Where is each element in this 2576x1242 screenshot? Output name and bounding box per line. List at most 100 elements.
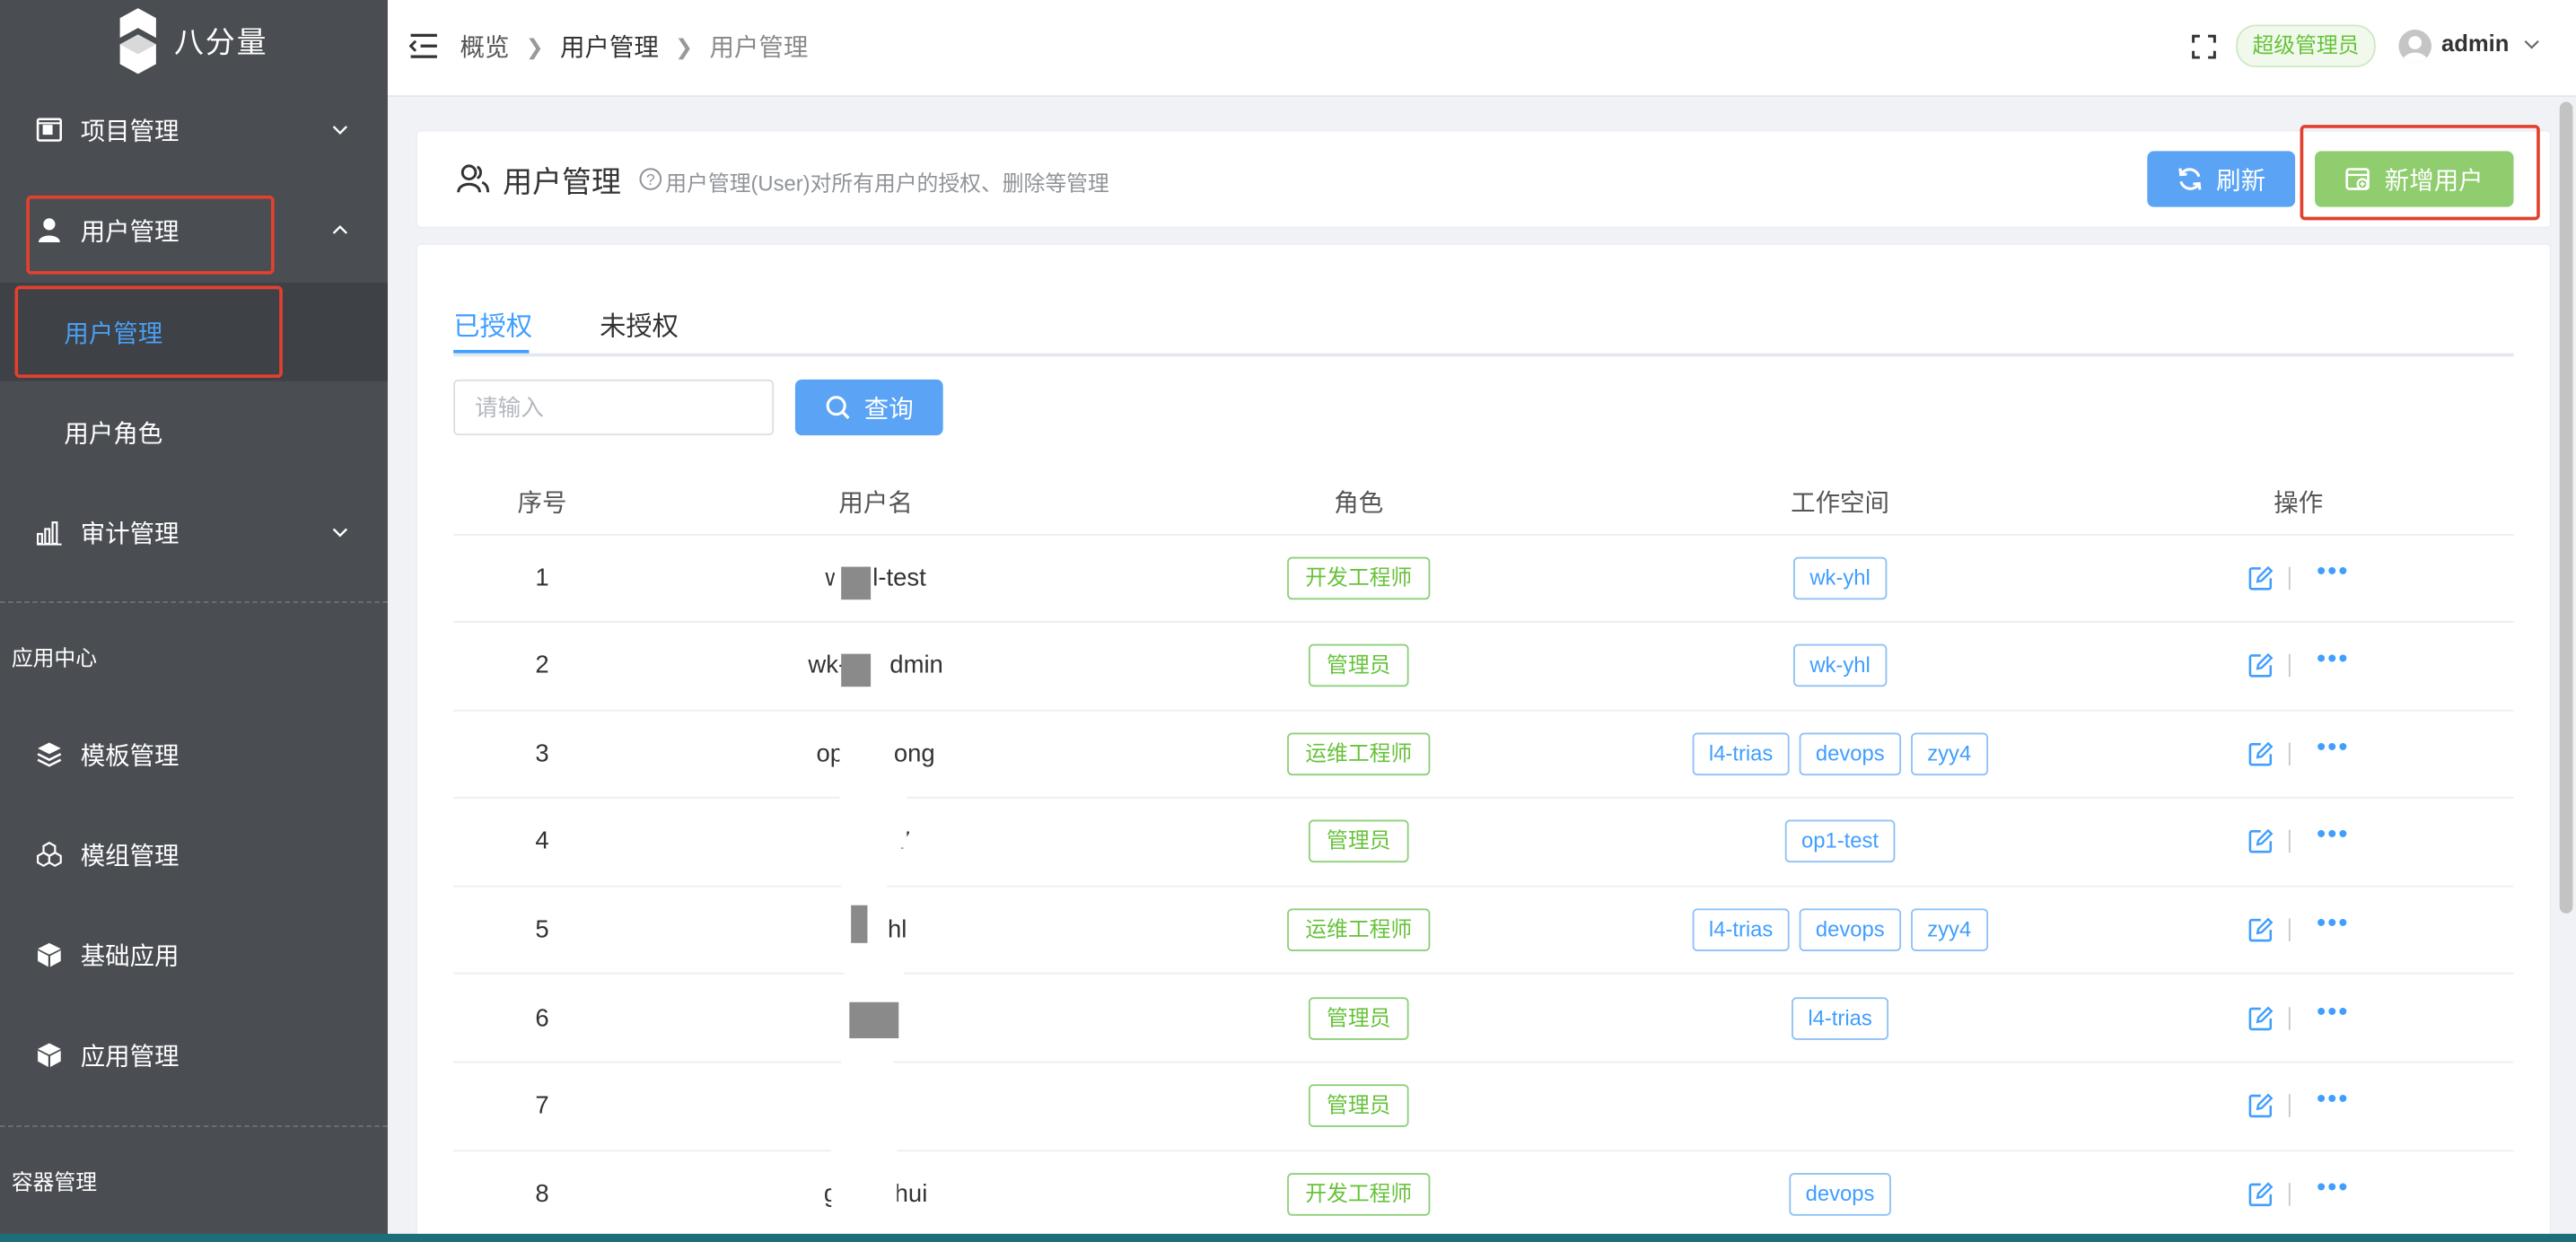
table-row[interactable]: 4yh7管理员op1-test•••: [453, 798, 2514, 888]
sidebar-group-label[interactable]: 容器管理: [12, 1165, 97, 1196]
sidebar-subitem-user-management[interactable]: 用户管理: [0, 282, 388, 381]
cube-icon: [36, 941, 62, 967]
edit-icon[interactable]: [2247, 1181, 2274, 1207]
redaction-mask: [849, 1001, 899, 1039]
more-actions-icon[interactable]: •••: [2317, 735, 2349, 761]
avatar[interactable]: [2398, 29, 2431, 63]
row-index: 2: [535, 652, 549, 680]
breadcrumb-item[interactable]: 用户管理: [560, 30, 659, 64]
cube-icon: [36, 1042, 62, 1068]
table-row[interactable]: 7 管理员 •••: [453, 1063, 2514, 1151]
role-tag: 管理员: [1308, 643, 1409, 687]
edit-icon[interactable]: [2247, 652, 2274, 678]
action-separator: [2288, 741, 2291, 765]
sidebar-item-base-apps[interactable]: 基础应用: [0, 922, 388, 987]
row-index: 3: [535, 739, 549, 768]
tabs: 已授权 未授权: [453, 304, 2514, 357]
add-user-button[interactable]: 新增用户: [2315, 151, 2514, 207]
breadcrumb-separator-icon: ❯: [675, 33, 694, 58]
sidebar-item-label: 应用管理: [80, 1042, 180, 1071]
row-index: 1: [535, 563, 549, 592]
column-header: 角色: [1334, 489, 1384, 518]
column-header: 序号: [517, 489, 567, 518]
breadcrumb-item: 用户管理: [709, 34, 809, 63]
row-actions: •••: [2247, 1087, 2349, 1119]
logo[interactable]: 八分量: [118, 6, 268, 75]
page-scrollbar[interactable]: [2559, 101, 2573, 914]
table-header: 序号 用户名 角色 工作空间 操作: [453, 468, 2514, 536]
row-actions: •••: [2247, 1175, 2349, 1207]
workspace-tag: l4-trias: [1792, 996, 1889, 1039]
sidebar-divider: [0, 601, 388, 603]
sidebar-item-audit[interactable]: 审计管理: [0, 500, 388, 565]
edit-icon[interactable]: [2247, 564, 2274, 590]
edit-icon[interactable]: [2247, 1004, 2274, 1030]
tab-unauthorized[interactable]: 未授权: [600, 304, 679, 344]
sidebar-subitem-user-roles[interactable]: 用户角色: [0, 383, 388, 482]
redaction-mask: [831, 1144, 898, 1228]
action-separator: [2288, 1182, 2291, 1206]
workspace-tags: wk-yhl: [1793, 643, 1888, 687]
redaction-mask: [841, 566, 872, 600]
sidebar-item-users[interactable]: 用户管理: [0, 197, 388, 263]
search-input[interactable]: [453, 379, 775, 436]
edit-icon[interactable]: [2247, 828, 2274, 854]
page-title: 用户管理: [503, 165, 621, 199]
action-separator: [2288, 918, 2291, 941]
table-row[interactable]: 8gaohui开发工程师devops•••: [453, 1150, 2514, 1239]
os-taskbar-strip: [0, 1233, 2576, 1242]
more-actions-icon[interactable]: •••: [2317, 823, 2349, 849]
more-actions-icon[interactable]: •••: [2317, 999, 2349, 1025]
edit-icon[interactable]: [2247, 740, 2274, 766]
column-header: 操作: [2274, 489, 2324, 518]
sidebar: 八分量 项目管理 用户管理 用户管理 用户角色 审计管理 应用中心 模板管理 模…: [0, 0, 388, 1242]
workspace-tags: l4-trias: [1792, 996, 1889, 1039]
workspace-tag: devops: [1789, 1172, 1891, 1216]
table-row[interactable]: 1wl-test开发工程师wk-yhl•••: [453, 534, 2514, 623]
table-row[interactable]: 5ohl运维工程师l4-triasdevopszyy4•••: [453, 886, 2514, 975]
sidebar-divider: [0, 1125, 388, 1127]
more-actions-icon[interactable]: •••: [2317, 558, 2349, 584]
workspace-tag: devops: [1799, 731, 1901, 775]
help-icon: ?: [639, 168, 662, 190]
add-user-button-label: 新增用户: [2384, 166, 2484, 195]
breadcrumb-item[interactable]: 概览: [460, 30, 510, 64]
page-description: 用户管理(User)对所有用户的授权、删除等管理: [665, 171, 1109, 196]
username[interactable]: admin: [2441, 30, 2509, 56]
redaction-mask: [851, 905, 868, 943]
sidebar-item-project[interactable]: 项目管理: [0, 97, 388, 162]
edit-icon[interactable]: [2247, 916, 2274, 942]
refresh-button[interactable]: 刷新: [2147, 151, 2296, 207]
more-actions-icon[interactable]: •••: [2317, 647, 2349, 673]
sidebar-group-label: 应用中心: [11, 645, 98, 670]
column-header: 工作空间: [1791, 489, 1889, 518]
redaction-mask: [841, 653, 872, 687]
more-actions-icon[interactable]: •••: [2317, 911, 2349, 937]
breadcrumb: 概览 ❯ 用户管理 ❯ 用户管理: [460, 30, 809, 64]
row-index: 6: [535, 1003, 549, 1032]
collapse-menu-icon[interactable]: [408, 33, 439, 59]
app-window: 八分量 项目管理 用户管理 用户管理 用户角色 审计管理 应用中心 模板管理 模…: [0, 0, 2576, 1242]
query-button[interactable]: 查询: [794, 379, 943, 436]
username-visible-suffix: hl: [888, 915, 907, 944]
role-tag: 管理员: [1308, 1084, 1409, 1128]
role-tag: 管理员: [1308, 996, 1409, 1039]
role-tag: 管理员: [1308, 820, 1409, 863]
table-row[interactable]: 6t2管理员l4-trias•••: [453, 975, 2514, 1063]
refresh-icon: [2178, 168, 2202, 190]
more-actions-icon[interactable]: •••: [2317, 1087, 2349, 1113]
edit-icon[interactable]: [2247, 1093, 2274, 1119]
more-actions-icon[interactable]: •••: [2317, 1175, 2349, 1201]
fullscreen-icon[interactable]: [2192, 34, 2216, 59]
sidebar-item-modules[interactable]: 模组管理: [0, 821, 388, 887]
tab-authorized[interactable]: 已授权: [453, 304, 532, 344]
bar-chart-icon: [36, 520, 62, 546]
chevron-down-icon[interactable]: [2523, 36, 2539, 52]
sidebar-item-label: 项目管理: [80, 117, 180, 146]
table-row[interactable]: 2 wk-admin 管理员 wk-yhl •••: [453, 622, 2514, 711]
workspace-tags: wk-yhl: [1793, 555, 1888, 599]
top-header: 概览 ❯ 用户管理 ❯ 用户管理 超级管理员 admin: [387, 0, 2576, 98]
sidebar-item-app-management[interactable]: 应用管理: [0, 1022, 388, 1088]
sidebar-item-templates[interactable]: 模板管理: [0, 722, 388, 787]
table-row[interactable]: 3ops-ong运维工程师l4-triasdevopszyy4•••: [453, 710, 2514, 800]
